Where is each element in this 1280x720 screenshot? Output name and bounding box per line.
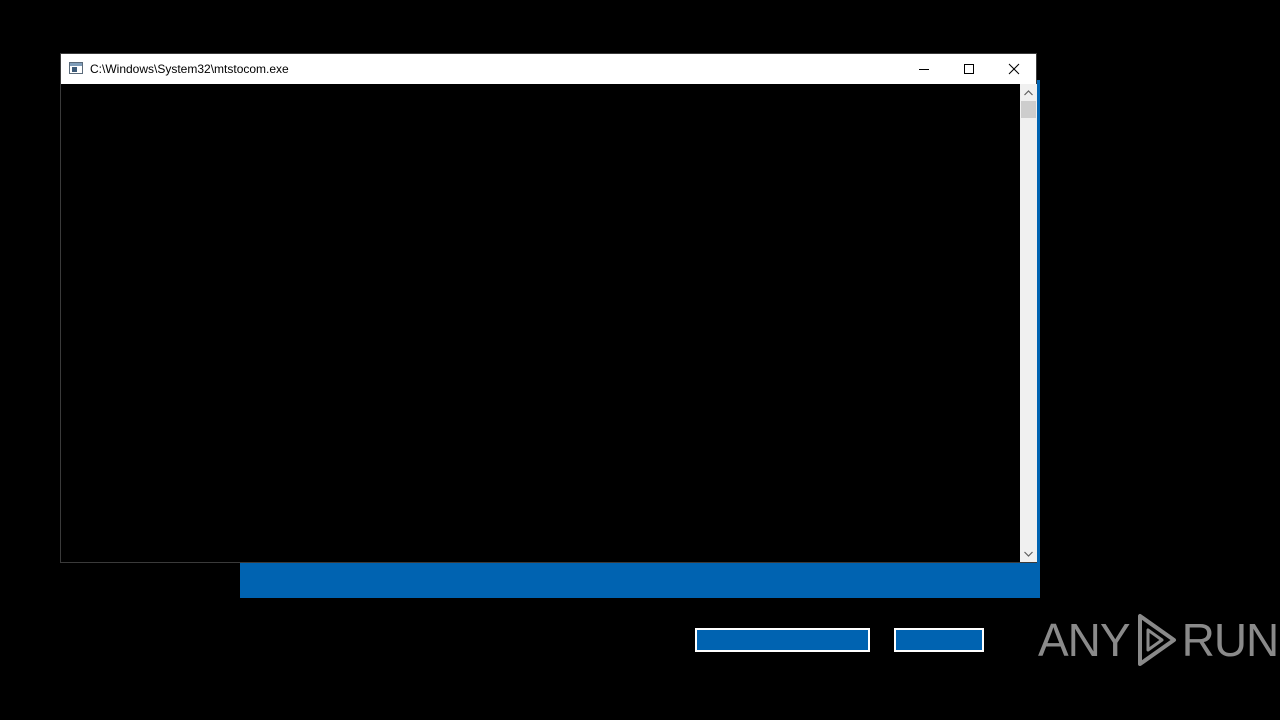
console-window: C:\Windows\System32\mtstocom.exe (60, 53, 1037, 563)
play-triangle-logo-icon (1137, 614, 1176, 666)
title-bar[interactable]: C:\Windows\System32\mtstocom.exe (61, 54, 1036, 84)
scroll-down-button[interactable] (1020, 545, 1037, 562)
watermark-text-left: ANY (1038, 614, 1131, 666)
console-output-area[interactable] (61, 84, 1020, 562)
console-app-icon[interactable] (69, 62, 83, 74)
minimize-icon (919, 69, 929, 70)
chevron-up-icon (1024, 89, 1033, 95)
vertical-scrollbar[interactable] (1020, 84, 1037, 562)
background-dialog-primary-button[interactable] (695, 628, 870, 652)
maximize-icon (964, 64, 974, 74)
watermark-text-right: RUN (1181, 614, 1280, 666)
background-dialog-cancel-button[interactable] (894, 628, 984, 652)
close-button[interactable] (991, 54, 1037, 84)
scroll-up-button[interactable] (1020, 84, 1037, 101)
desktop: C:\Windows\System32\mtstocom.exe ANY RUN (0, 0, 1280, 720)
minimize-button[interactable] (901, 54, 947, 84)
anyrun-watermark: ANY RUN (1038, 608, 1280, 672)
scroll-thumb[interactable] (1021, 101, 1036, 118)
maximize-button[interactable] (946, 54, 992, 84)
close-icon (1008, 63, 1020, 75)
window-title: C:\Windows\System32\mtstocom.exe (90, 62, 289, 76)
chevron-down-icon (1024, 551, 1033, 557)
